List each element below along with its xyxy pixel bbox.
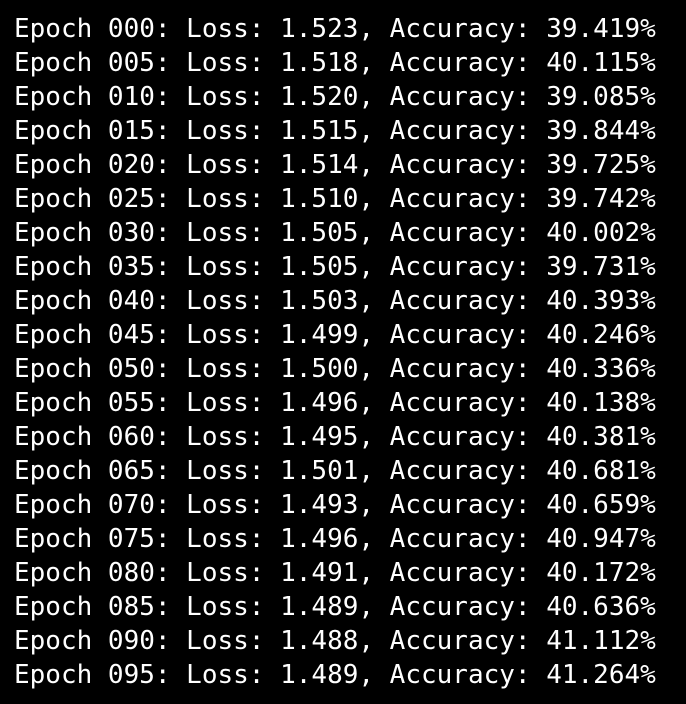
log-line-epoch-085: Epoch 085: Loss: 1.489, Accuracy: 40.636… xyxy=(14,592,656,622)
log-line-epoch-055: Epoch 055: Loss: 1.496, Accuracy: 40.138… xyxy=(14,388,656,418)
log-line-epoch-015: Epoch 015: Loss: 1.515, Accuracy: 39.844… xyxy=(14,116,656,146)
log-line-epoch-075: Epoch 075: Loss: 1.496, Accuracy: 40.947… xyxy=(14,524,656,554)
log-line-epoch-030: Epoch 030: Loss: 1.505, Accuracy: 40.002… xyxy=(14,218,656,248)
log-line-epoch-095: Epoch 095: Loss: 1.489, Accuracy: 41.264… xyxy=(14,660,656,690)
log-line-epoch-020: Epoch 020: Loss: 1.514, Accuracy: 39.725… xyxy=(14,150,656,180)
log-line-epoch-070: Epoch 070: Loss: 1.493, Accuracy: 40.659… xyxy=(14,490,656,520)
log-line-epoch-050: Epoch 050: Loss: 1.500, Accuracy: 40.336… xyxy=(14,354,656,384)
log-line-epoch-005: Epoch 005: Loss: 1.518, Accuracy: 40.115… xyxy=(14,48,656,78)
log-line-epoch-025: Epoch 025: Loss: 1.510, Accuracy: 39.742… xyxy=(14,184,656,214)
log-line-epoch-035: Epoch 035: Loss: 1.505, Accuracy: 39.731… xyxy=(14,252,656,282)
terminal-output[interactable]: Epoch 000: Loss: 1.523, Accuracy: 39.419… xyxy=(0,0,686,704)
log-line-epoch-040: Epoch 040: Loss: 1.503, Accuracy: 40.393… xyxy=(14,286,656,316)
log-line-epoch-080: Epoch 080: Loss: 1.491, Accuracy: 40.172… xyxy=(14,558,656,588)
log-line-epoch-010: Epoch 010: Loss: 1.520, Accuracy: 39.085… xyxy=(14,82,656,112)
log-line-epoch-060: Epoch 060: Loss: 1.495, Accuracy: 40.381… xyxy=(14,422,656,452)
log-line-epoch-000: Epoch 000: Loss: 1.523, Accuracy: 39.419… xyxy=(14,14,656,44)
log-line-epoch-045: Epoch 045: Loss: 1.499, Accuracy: 40.246… xyxy=(14,320,656,350)
log-line-epoch-090: Epoch 090: Loss: 1.488, Accuracy: 41.112… xyxy=(14,626,656,656)
log-line-epoch-065: Epoch 065: Loss: 1.501, Accuracy: 40.681… xyxy=(14,456,656,486)
